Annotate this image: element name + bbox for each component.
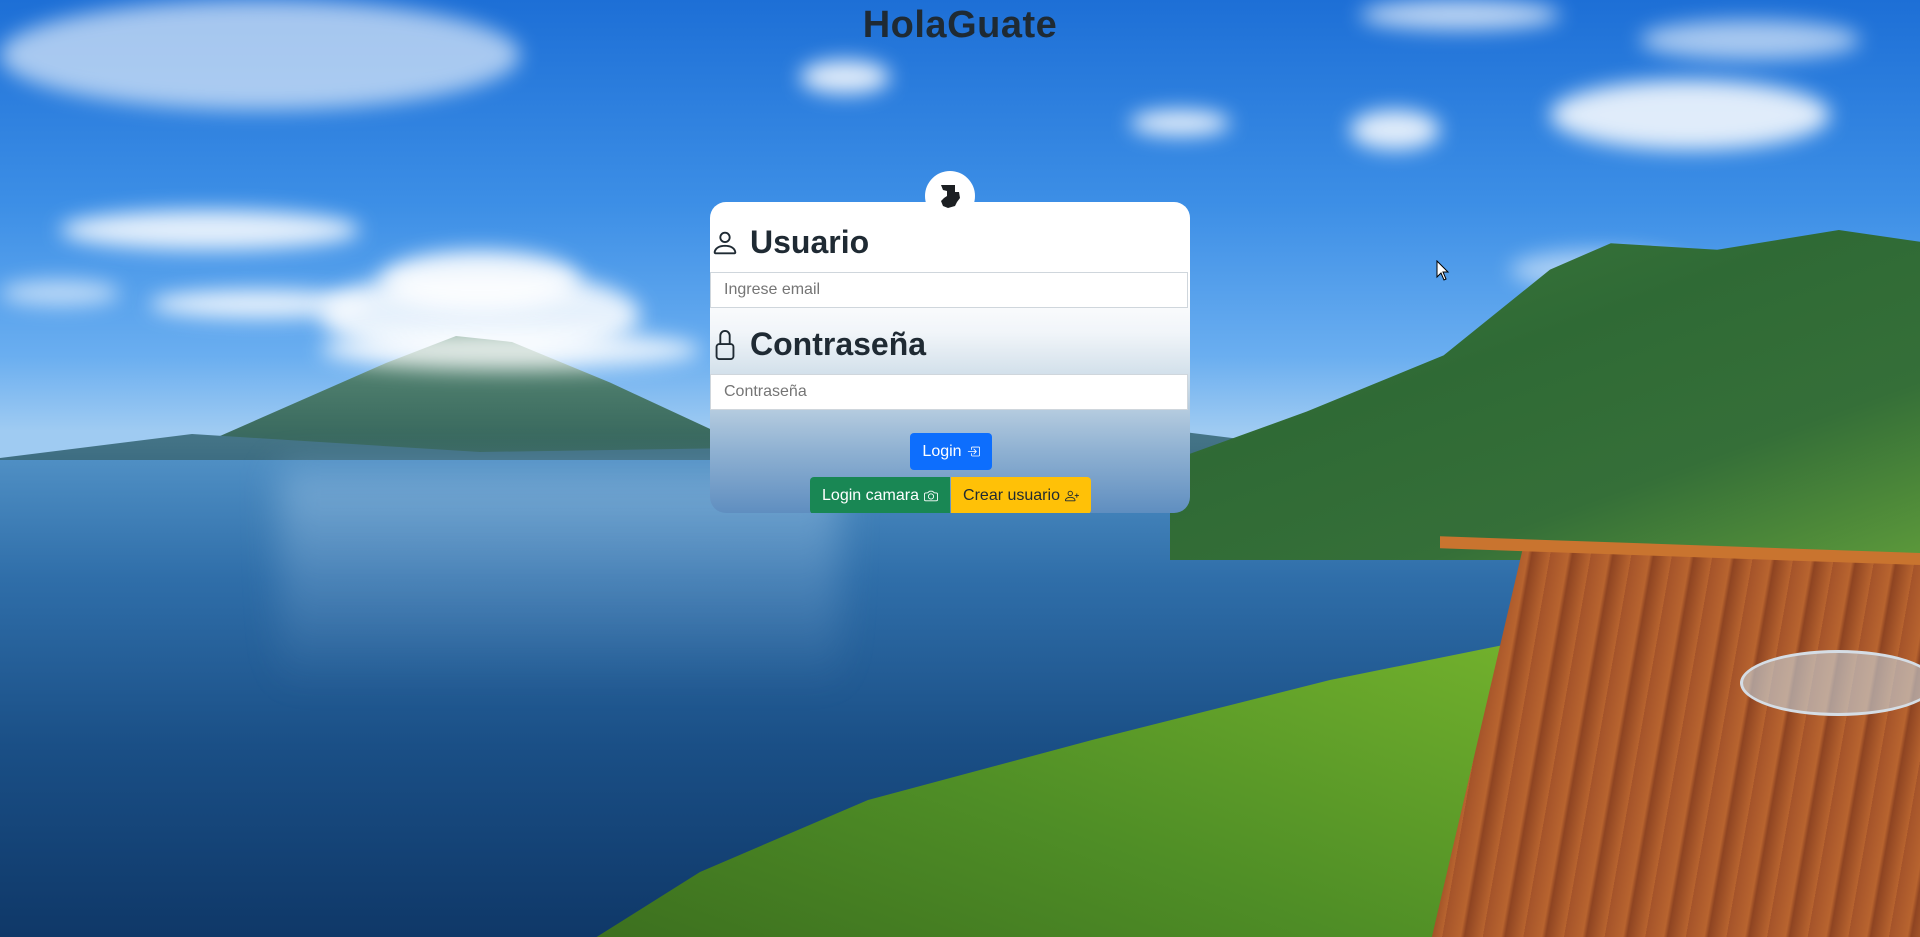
camera-icon [923, 490, 938, 501]
mouse-cursor-icon [1436, 260, 1450, 281]
right-mountain [1170, 230, 1920, 560]
login-camera-button[interactable]: Login camara [810, 477, 950, 513]
create-user-label: Crear usuario [963, 486, 1060, 504]
login-button[interactable]: Login [910, 433, 992, 470]
app-title: HolaGuate [862, 4, 1058, 46]
user-label-row: Usuario [710, 224, 869, 261]
login-card: Usuario Contraseña Login Login camara Cr… [710, 202, 1190, 513]
user-label: Usuario [750, 224, 870, 260]
login-camera-label: Login camara [822, 486, 919, 504]
lock-icon [710, 329, 740, 360]
box-arrow-in-right-icon [967, 446, 980, 457]
patio-table [1740, 650, 1920, 716]
email-input[interactable] [710, 272, 1188, 308]
login-button-label: Login [922, 442, 962, 460]
person-plus-icon [1064, 490, 1079, 501]
create-user-button[interactable]: Crear usuario [951, 477, 1091, 513]
password-label: Contraseña [750, 326, 927, 362]
password-input[interactable] [710, 374, 1188, 410]
guatemala-map-icon [925, 171, 975, 221]
password-label-row: Contraseña [710, 326, 926, 363]
person-icon [710, 228, 740, 258]
